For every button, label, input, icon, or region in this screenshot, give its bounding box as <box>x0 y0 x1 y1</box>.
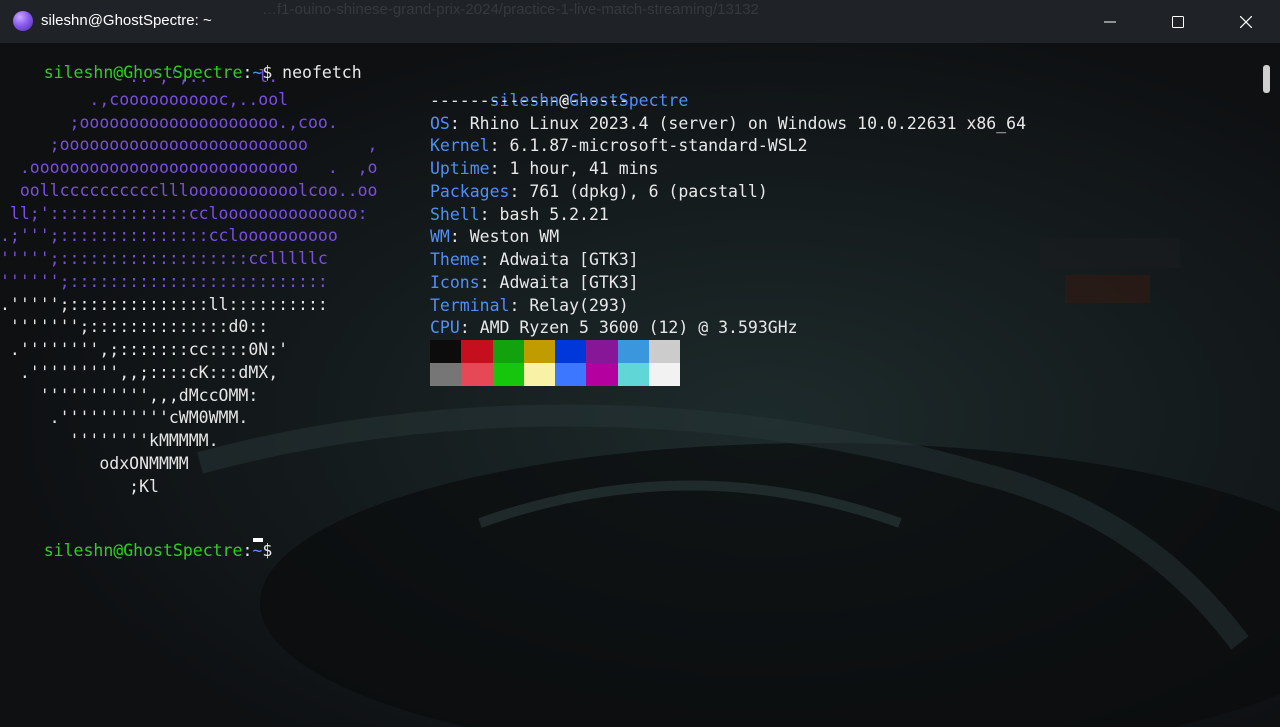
info-row-wm: WM: Weston WM <box>430 227 560 247</box>
ascii-logo-line: ''''';:::::::::::::::::::cclllllc <box>0 249 328 268</box>
palette-swatch <box>586 363 618 386</box>
info-key: Kernel <box>430 136 490 156</box>
ghost-spectre-app-icon <box>13 11 33 31</box>
info-key: Terminal <box>430 295 510 315</box>
maximize-button[interactable] <box>1144 0 1212 43</box>
ascii-logo-line: .'''''''',;:::::::cc::::0N:' <box>0 340 289 359</box>
palette-swatch <box>586 340 618 363</box>
palette-swatch <box>523 363 556 386</box>
system-info-panel: sileshn@GhostSpectre -------------------… <box>430 67 1026 363</box>
palette-swatch <box>523 340 556 363</box>
info-row-theme: Theme: Adwaita [GTK3] <box>430 250 639 269</box>
palette-swatch <box>492 363 524 386</box>
info-key: Icons <box>430 272 480 292</box>
title-bar[interactable]: …f1-ouino-shinese-grand-prix-2024/practi… <box>0 0 1280 43</box>
info-separator: -------------------- <box>430 90 629 110</box>
palette-swatch <box>555 363 587 386</box>
palette-swatch <box>461 363 493 386</box>
minimize-button[interactable] <box>1076 0 1144 43</box>
ascii-logo-line: odxONMMMM <box>0 453 189 473</box>
info-key: Packages <box>430 181 510 201</box>
info-key: WM <box>430 227 450 247</box>
palette-swatch <box>617 340 649 363</box>
info-value: Rhino Linux 2023.4 (server) on Windows 1… <box>469 113 1027 133</box>
ascii-logo-line: ;Kl <box>0 476 159 496</box>
info-key: OS <box>430 113 450 133</box>
info-value: Adwaita [GTK3] <box>499 272 639 292</box>
close-button[interactable] <box>1212 0 1280 43</box>
scrollbar-thumb[interactable] <box>1263 65 1270 93</box>
info-key: CPU <box>430 318 460 338</box>
info-value: Relay(293) <box>529 295 629 315</box>
palette-swatch <box>430 363 462 386</box>
info-key: Uptime <box>430 159 490 178</box>
info-rows: OS: Rhino Linux 2023.4 (server) on Windo… <box>430 113 1026 363</box>
ascii-logo-line: ;oooooooooooooooooooo.,coo. <box>0 112 338 132</box>
info-value: AMD Ryzen 5 3600 (12) @ 3.593GHz <box>479 318 798 338</box>
close-icon <box>1240 15 1252 28</box>
ascii-logo-line: .,cooooooooooc,..ool <box>0 89 289 109</box>
palette-swatch <box>648 363 681 386</box>
prompt2-path: ~ <box>252 541 263 560</box>
ascii-logo-line: .''''';::::::::::::::ll:::::::::: <box>0 294 328 314</box>
palette-swatch <box>617 363 649 386</box>
window-title: sileshn@GhostSpectre: ~ <box>41 12 212 29</box>
ascii-logo: ..',',.. l. .,cooooooooooc,..ool ;oooooo… <box>0 66 378 498</box>
info-value: 1 hour, 41 mins <box>509 159 659 178</box>
palette-swatch <box>648 340 681 363</box>
prompt2-user-host: sileshn@GhostSpectre <box>43 541 243 560</box>
ascii-logo-line: .ooooooooooooooooooooooooooo . ,o <box>0 158 378 177</box>
maximize-icon <box>1172 15 1184 28</box>
info-key: Shell <box>430 204 480 224</box>
ascii-logo-line: .'''''''''''cWM0WMM. <box>0 408 249 428</box>
info-row-os: OS: Rhino Linux 2023.4 (server) on Windo… <box>430 113 1027 133</box>
prompt2-dollar: $ <box>262 541 283 560</box>
terminal-content[interactable]: sileshn@GhostSpectre:~$ neofetch ..',',.… <box>0 43 1280 727</box>
info-row-cpu: CPU: AMD Ryzen 5 3600 (12) @ 3.593GHz <box>430 318 798 338</box>
info-row-kernel: Kernel: 6.1.87-microsoft-standard-WSL2 <box>430 136 808 156</box>
info-key: Theme <box>430 250 480 269</box>
info-row-uptime: Uptime: 1 hour, 41 mins <box>430 159 659 178</box>
prompt2-separator: : <box>242 541 253 560</box>
info-row-packages: Packages: 761 (dpkg), 6 (pacstall) <box>430 181 768 201</box>
info-value: bash 5.2.21 <box>499 204 609 224</box>
info-header: sileshn@GhostSpectre <box>430 67 1026 110</box>
palette-swatch <box>492 340 524 363</box>
info-value: 761 (dpkg), 6 (pacstall) <box>529 181 768 201</box>
ascii-logo-line: ''''''';::::::::::::::d0:: <box>0 317 269 337</box>
ascii-logo-line: ll;'::::::::::::::ccloooooooooooooo: <box>0 203 368 223</box>
info-row-terminal: Terminal: Relay(293) <box>430 295 629 315</box>
ascii-logo-line: '''''';:::::::::::::::::::::::::: <box>0 271 328 291</box>
palette-swatch <box>461 340 493 363</box>
ascii-logo-line: ''''''''''',,,dMccOMM: <box>0 385 259 405</box>
info-row-shell: Shell: bash 5.2.21 <box>430 204 609 224</box>
ascii-logo-line: ..',',.. l. <box>0 67 279 86</box>
info-value: Adwaita [GTK3] <box>499 250 639 269</box>
info-row-icons: Icons: Adwaita [GTK3] <box>430 272 639 292</box>
background-page-url: …f1-ouino-shinese-grand-prix-2024/practi… <box>262 1 759 18</box>
minimize-icon <box>1104 21 1116 22</box>
palette-swatch <box>430 340 462 363</box>
palette-swatch <box>555 340 587 363</box>
ascii-logo-line: .''''''''',,;::::cK:::dMX, <box>0 362 279 382</box>
info-value: Weston WM <box>469 227 560 247</box>
ascii-logo-line: ''''''''kMMMMM. <box>0 431 219 450</box>
ascii-logo-line: ;ooooooooooooooooooooooooo , <box>0 135 378 155</box>
info-value: 6.1.87-microsoft-standard-WSL2 <box>509 136 808 156</box>
ascii-logo-line: .;''';:::::::::::::::ccloooooooooo <box>0 226 338 246</box>
ascii-logo-line: oollcccccccccclllooooooooooolcoo..oo <box>0 180 378 200</box>
text-cursor <box>253 538 263 542</box>
prompt-line-2: sileshn@GhostSpectre:~$ <box>4 522 282 579</box>
